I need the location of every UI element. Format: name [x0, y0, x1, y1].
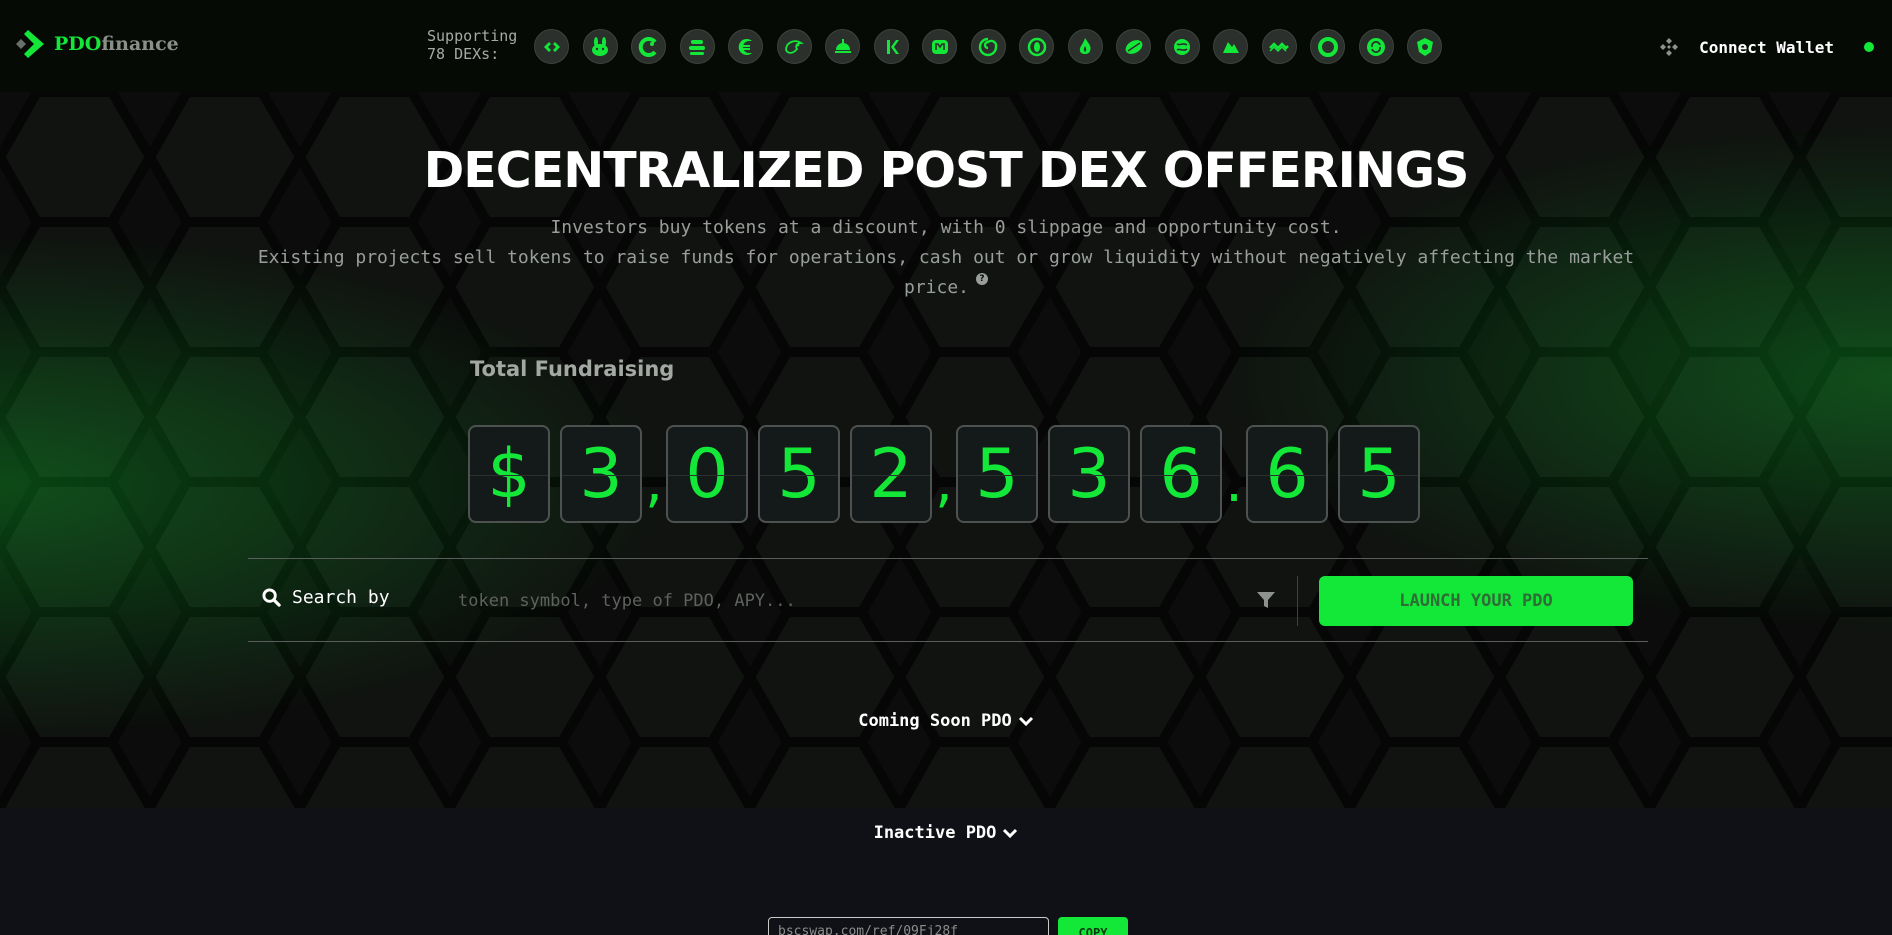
- flame-icon[interactable]: [1067, 29, 1103, 64]
- hero-line-2-text: Existing projects sell tokens to raise f…: [257, 247, 1635, 298]
- counter-digit: 5: [758, 425, 840, 523]
- page-title: DECENTRALIZED POST DEX OFFERINGS: [423, 142, 1470, 199]
- coming-soon-label: Coming Soon PDO: [858, 711, 1012, 731]
- search-bar: Search by LAUNCH YOUR PDO: [248, 558, 1648, 642]
- counter-digit: 5: [1338, 425, 1420, 523]
- counter-digit: 3: [560, 425, 642, 523]
- counter-digit: 6: [1140, 425, 1222, 523]
- search-label-text: Search by: [292, 587, 390, 608]
- counter-digit: 5: [956, 425, 1038, 523]
- stack-icon[interactable]: [679, 29, 715, 64]
- total-fundraising-label: Total Fundraising: [470, 357, 675, 381]
- referral-link-field[interactable]: bscswap.com/ref/09Fj28f: [768, 917, 1049, 935]
- dex-a-icon[interactable]: [534, 29, 569, 64]
- logo-secondary: finance: [101, 33, 179, 55]
- logo-icon: [16, 30, 44, 58]
- connect-wallet-button[interactable]: Connect Wallet: [1699, 38, 1834, 57]
- swirl-icon[interactable]: [970, 29, 1006, 64]
- chevron-down-icon: [1003, 828, 1018, 839]
- filter-icon[interactable]: [1255, 589, 1277, 611]
- supporting-dex-count: Supporting 78 DEXs:: [427, 27, 518, 63]
- inactive-toggle[interactable]: Inactive PDO: [0, 823, 1892, 843]
- lifebuoy-icon[interactable]: [1310, 29, 1345, 64]
- dex-k-icon[interactable]: [873, 29, 909, 64]
- dex-rock-icon[interactable]: [1213, 29, 1248, 64]
- inactive-label: Inactive PDO: [873, 823, 997, 843]
- logo-primary: PDO: [54, 33, 102, 55]
- help-icon[interactable]: ?: [976, 273, 989, 285]
- counter-digit: $: [468, 425, 550, 523]
- search-label: Search by: [262, 587, 390, 608]
- hero-line-2: Existing projects sell tokens to raise f…: [250, 243, 1642, 303]
- dex-c-icon[interactable]: [631, 29, 666, 64]
- hero-description: Investors buy tokens at a discount, with…: [250, 213, 1642, 303]
- search-input[interactable]: [458, 585, 1058, 617]
- coming-soon-toggle[interactable]: Coming Soon PDO: [0, 711, 1892, 731]
- hero-line-1: Investors buy tokens at a discount, with…: [550, 217, 1342, 238]
- counter-separator: .: [1225, 450, 1243, 515]
- status-dot: [1864, 42, 1874, 52]
- top-header: PDOfinance Supporting 78 DEXs: Connect W…: [0, 0, 1892, 92]
- dex-o-icon[interactable]: [1019, 29, 1054, 64]
- copy-button[interactable]: COPY: [1058, 917, 1128, 935]
- dex-e-icon[interactable]: [728, 29, 763, 64]
- leaf-icon[interactable]: [1116, 29, 1151, 64]
- counter-separator: ,: [935, 450, 953, 515]
- globe-icon[interactable]: [1164, 29, 1200, 64]
- fundraising-counter: $ 3 , 0 5 2 , 5 3 6 . 6 5: [468, 425, 1430, 523]
- counter-digit: 0: [666, 425, 748, 523]
- logo[interactable]: PDOfinance: [14, 28, 179, 60]
- counter-separator: ,: [645, 450, 663, 515]
- counter-digit: 3: [1048, 425, 1130, 523]
- search-icon: [262, 588, 281, 607]
- bird-icon[interactable]: [776, 29, 812, 64]
- binance-icon: [1660, 38, 1679, 56]
- pancake-bunny-icon[interactable]: [582, 29, 618, 64]
- logo-text: PDOfinance: [54, 33, 179, 55]
- wave-icon[interactable]: [1261, 29, 1297, 64]
- chevron-down-icon: [1018, 716, 1033, 727]
- counter-digit: 2: [850, 425, 932, 523]
- refresh-icon[interactable]: [1358, 29, 1394, 64]
- shield-icon[interactable]: [1407, 29, 1442, 64]
- dex-list: [534, 29, 1442, 64]
- counter-digit: 6: [1246, 425, 1328, 523]
- dex-dome-icon[interactable]: [825, 29, 860, 64]
- connect-wallet[interactable]: Connect Wallet: [1658, 36, 1892, 58]
- divider: [1297, 576, 1298, 626]
- launch-pdo-button[interactable]: LAUNCH YOUR PDO: [1319, 576, 1633, 626]
- dex-m-icon[interactable]: [922, 29, 957, 64]
